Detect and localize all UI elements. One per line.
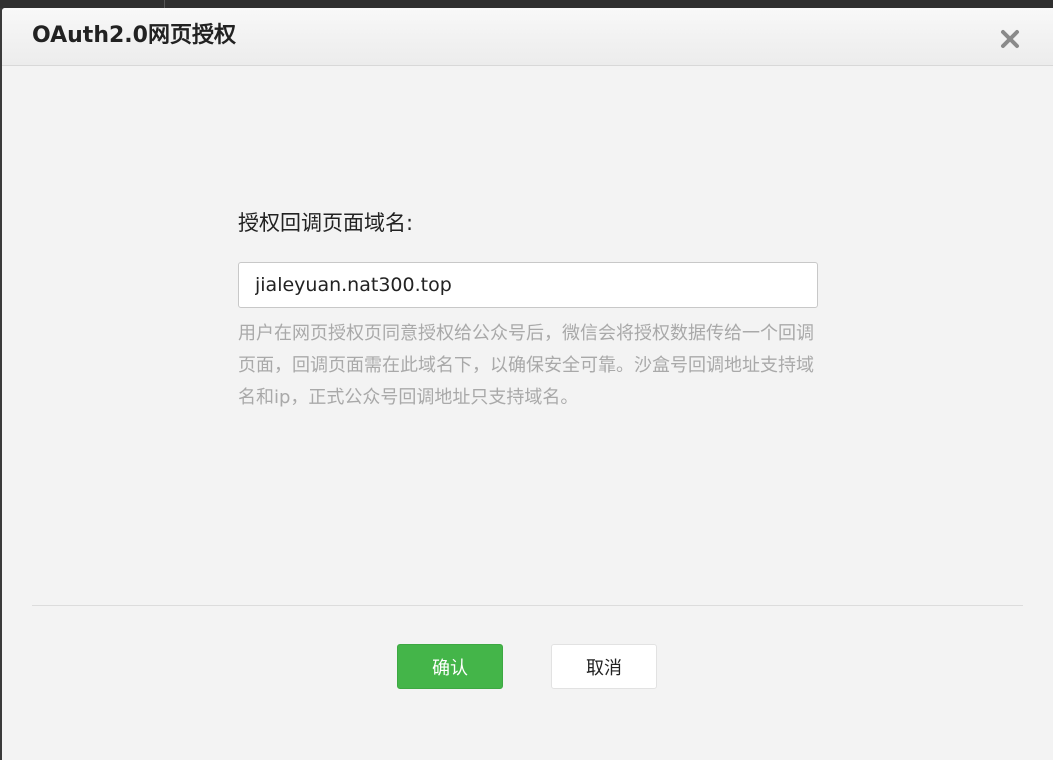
domain-help-text: 用户在网页授权页同意授权给公众号后，微信会将授权数据传给一个回调页面，回调页面需… (238, 323, 814, 408)
cancel-button[interactable]: 取消 (551, 644, 657, 689)
background-divider (164, 0, 165, 8)
domain-field-label: 授权回调页面域名: (238, 211, 414, 235)
footer-divider (32, 605, 1023, 606)
confirm-button[interactable]: 确认 (397, 644, 503, 689)
oauth-dialog: OAuth2.0网页授权 授权回调页面域名: 用户在网页授权页同意授权给公众号后… (2, 8, 1053, 760)
dialog-header: OAuth2.0网页授权 (2, 8, 1053, 66)
domain-input[interactable] (238, 262, 818, 308)
background-window-edge (0, 0, 1053, 8)
close-icon (1001, 30, 1019, 48)
dialog-title: OAuth2.0网页授权 (32, 23, 236, 48)
close-button[interactable] (995, 24, 1025, 54)
